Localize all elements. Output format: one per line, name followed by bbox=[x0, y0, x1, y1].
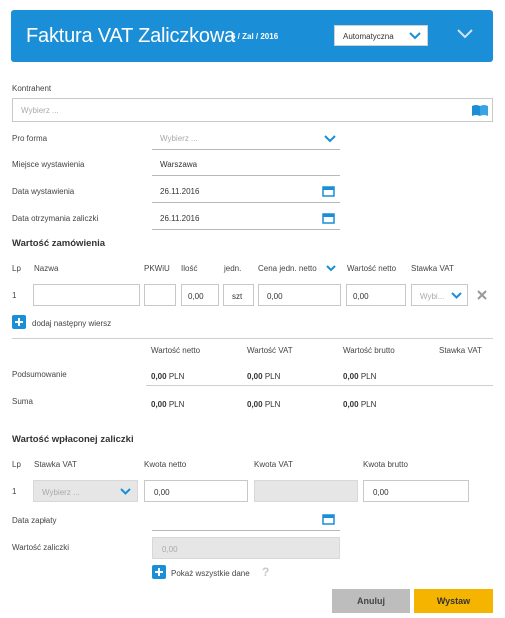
divider bbox=[146, 385, 493, 386]
issue-date-input[interactable]: 26.11.2016 bbox=[152, 181, 340, 203]
proforma-placeholder: Wybierz ... bbox=[160, 134, 198, 143]
collapse-chevron-icon[interactable] bbox=[456, 28, 474, 40]
total-row-label: Suma bbox=[12, 397, 33, 406]
numbering-mode-select[interactable]: Automatyczna bbox=[334, 25, 428, 46]
issue-date-label: Data wystawienia bbox=[12, 187, 75, 196]
item-pkwiu-input[interactable] bbox=[144, 284, 176, 306]
calendar-icon[interactable] bbox=[322, 185, 335, 197]
adv-gross-input[interactable]: 0,00 bbox=[363, 480, 469, 502]
payment-date-label: Data zapłaty bbox=[12, 516, 57, 525]
show-all-label[interactable]: Pokaż wszystkie dane bbox=[171, 569, 250, 578]
item-qty-value: 0,00 bbox=[188, 292, 204, 301]
adv-vat-input bbox=[254, 480, 358, 502]
adv-vat-placeholder: Wybierz ... bbox=[42, 488, 80, 497]
help-icon[interactable]: ? bbox=[262, 565, 269, 579]
summary-col-gross: Wartość brutto bbox=[343, 346, 395, 355]
total-gross-value: 0,00 PLN bbox=[343, 400, 377, 409]
page-title: Faktura VAT Zaliczkowa bbox=[26, 25, 235, 47]
item-unit-value: szt bbox=[232, 292, 243, 301]
delete-row-icon[interactable] bbox=[477, 290, 487, 300]
chevron-down-icon bbox=[409, 32, 421, 40]
issue-date-value: 26.11.2016 bbox=[160, 187, 200, 196]
item-name-input[interactable] bbox=[33, 284, 140, 306]
adv-gross-value: 0,00 bbox=[373, 488, 389, 497]
advance-value-input: 0,00 bbox=[152, 537, 340, 559]
item-vat-placeholder: Wybi... bbox=[420, 292, 445, 301]
col-unit: jedn. bbox=[224, 264, 242, 273]
summary-vat-value: 0,00 PLN bbox=[247, 372, 281, 381]
payment-date-input[interactable] bbox=[152, 509, 340, 531]
contractor-placeholder: Wybierz ... bbox=[21, 106, 59, 115]
adv-col-gross: Kwota brutto bbox=[363, 460, 408, 469]
place-input[interactable]: Warszawa bbox=[152, 154, 340, 176]
total-net-value: 0,00 PLN bbox=[151, 400, 185, 409]
col-unit-price: Cena jedn. netto bbox=[258, 264, 317, 273]
summary-col-rate: Stawka VAT bbox=[439, 346, 482, 355]
adv-col-net: Kwota netto bbox=[144, 460, 187, 469]
advance-date-value: 26.11.2016 bbox=[160, 214, 200, 223]
advance-heading: Wartość wpłaconej zaliczki bbox=[12, 434, 134, 445]
cancel-button[interactable]: Anuluj bbox=[332, 589, 410, 613]
chevron-down-icon bbox=[120, 488, 131, 495]
advance-value-label: Wartość zaliczki bbox=[12, 543, 70, 552]
item-unit-price-input[interactable]: 0,00 bbox=[258, 284, 341, 306]
summary-col-vat: Wartość VAT bbox=[247, 346, 293, 355]
chevron-down-icon bbox=[451, 292, 462, 299]
item-unit-input[interactable]: szt bbox=[223, 284, 254, 306]
summary-row-label: Podsumowanie bbox=[12, 370, 67, 379]
add-row-button[interactable] bbox=[12, 315, 26, 329]
numbering-mode-value: Automatyczna bbox=[343, 32, 394, 41]
price-type-chevron-icon[interactable] bbox=[326, 265, 336, 272]
chevron-down-icon bbox=[324, 135, 336, 143]
item-unit-price-value: 0,00 bbox=[267, 292, 283, 301]
item-net-value-input[interactable]: 0,00 bbox=[346, 284, 406, 306]
adv-col-vat-rate: Stawka VAT bbox=[34, 460, 77, 469]
col-lp: Lp bbox=[12, 264, 21, 273]
contractor-label: Kontrahent bbox=[12, 84, 52, 93]
col-qty: Ilość bbox=[181, 264, 198, 273]
proforma-label: Pro forma bbox=[12, 134, 48, 143]
document-number: 6 / Zal / 2016 bbox=[231, 32, 279, 41]
order-heading: Wartość zamówienia bbox=[12, 238, 106, 249]
adv-net-input[interactable]: 0,00 bbox=[144, 480, 248, 502]
advance-date-input[interactable]: 26.11.2016 bbox=[152, 208, 340, 230]
calendar-icon[interactable] bbox=[322, 513, 335, 525]
issue-button[interactable]: Wystaw bbox=[414, 589, 493, 613]
advance-date-label: Data otrzymania zaliczki bbox=[12, 214, 99, 223]
col-vat-rate: Stawka VAT bbox=[411, 264, 454, 273]
adv-col-vat: Kwota VAT bbox=[254, 460, 293, 469]
proforma-select[interactable]: Wybierz ... bbox=[152, 128, 340, 150]
col-name: Nazwa bbox=[34, 264, 59, 273]
adv-net-value: 0,00 bbox=[154, 488, 170, 497]
place-label: Miejsce wystawienia bbox=[12, 160, 85, 169]
advance-value-value: 0,00 bbox=[162, 545, 178, 554]
contractor-input[interactable]: Wybierz ... bbox=[12, 98, 493, 122]
summary-gross-value: 0,00 PLN bbox=[343, 372, 377, 381]
item-qty-input[interactable]: 0,00 bbox=[181, 284, 219, 306]
summary-net-value: 0,00 PLN bbox=[151, 372, 185, 381]
item-net-value: 0,00 bbox=[353, 292, 369, 301]
col-net-value: Wartość netto bbox=[347, 264, 397, 273]
calendar-icon[interactable] bbox=[322, 212, 335, 224]
summary-col-net: Wartość netto bbox=[151, 346, 201, 355]
total-vat-value: 0,00 PLN bbox=[247, 400, 281, 409]
col-pkwiu: PKWiU bbox=[144, 264, 170, 273]
address-book-icon[interactable] bbox=[471, 104, 489, 117]
show-all-button[interactable] bbox=[152, 565, 166, 579]
add-row-label[interactable]: dodaj następny wiersz bbox=[32, 319, 111, 328]
divider bbox=[12, 338, 493, 339]
place-value: Warszawa bbox=[160, 160, 198, 169]
adv-col-lp: Lp bbox=[12, 460, 21, 469]
adv-row-lp: 1 bbox=[12, 487, 17, 496]
row-lp: 1 bbox=[12, 291, 17, 300]
